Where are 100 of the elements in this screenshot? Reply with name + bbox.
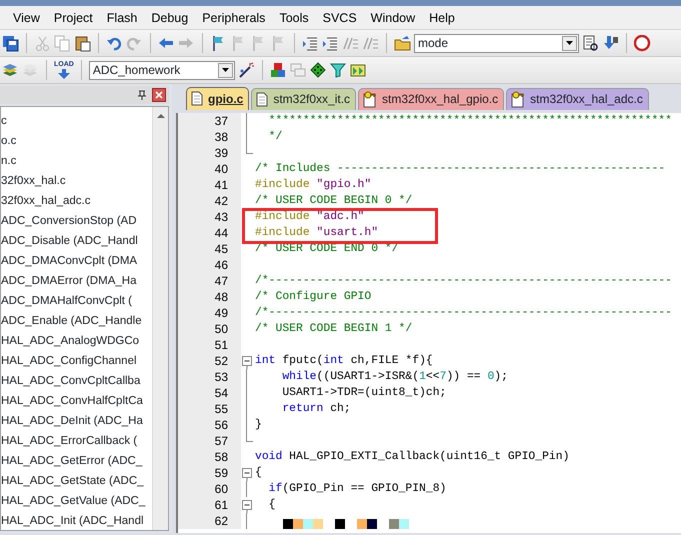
stacked-layers-icon[interactable] [2, 62, 19, 78]
function-item[interactable]: ADC_ConversionStop (AD [1, 211, 152, 231]
function-item[interactable]: ADC_Disable (ADC_Handl [1, 231, 152, 251]
funnel-icon[interactable] [330, 62, 347, 78]
locked-file-icon [363, 90, 378, 108]
dotted-diamond-icon[interactable] [310, 62, 327, 78]
function-item[interactable]: ADC_DMAConvCplt (DMA [1, 251, 152, 271]
scroll-up-icon[interactable] [156, 113, 164, 119]
code-line: /* Configure GPIO [255, 290, 372, 305]
line-number: 38 [178, 128, 241, 145]
colored-blocks-icon[interactable] [270, 62, 287, 78]
file-icon [191, 91, 203, 106]
folder-icon[interactable] [394, 34, 411, 52]
function-item[interactable]: HAL_ADC_ConfigChannel [1, 351, 152, 371]
line-number: 61 [178, 496, 241, 513]
file-tab[interactable]: stm32f0xx_it.c [251, 88, 356, 110]
function-item[interactable]: 32f0xx_hal_adc.c [1, 191, 152, 211]
line-number: 59 [178, 464, 241, 481]
caret-icon [566, 41, 573, 45]
menu-item[interactable]: View [6, 6, 47, 30]
line-number: 62 [178, 512, 241, 529]
line-number: 56 [178, 416, 241, 433]
menu-item[interactable]: Flash [100, 6, 144, 30]
function-item[interactable]: n.c [1, 151, 152, 171]
line-number: 46 [178, 256, 241, 273]
line-number: 37 [178, 112, 241, 129]
menu-item[interactable]: Help [422, 6, 462, 30]
code-line: #include "usart.h" [255, 226, 378, 241]
line-number: 49 [178, 304, 241, 321]
pack-icon[interactable] [350, 62, 367, 78]
line-number: 58 [178, 448, 241, 465]
file-tab[interactable]: gpio.c [186, 86, 250, 110]
function-item[interactable]: HAL_ADC_Init (ADC_Handl [1, 511, 152, 530]
code-line: *********************************************************** [268, 114, 672, 129]
magic-wand-icon[interactable] [238, 62, 255, 78]
menu-item[interactable]: Peripherals [195, 6, 272, 30]
function-item[interactable]: HAL_ADC_AnalogWDGCo [1, 331, 152, 351]
menu-item[interactable]: Project [46, 6, 100, 30]
line-number: 51 [178, 336, 241, 353]
find-in-files-icon[interactable] [582, 34, 599, 52]
function-item[interactable]: HAL_ADC_ConvHalfCpltCa [1, 391, 152, 411]
file-tab[interactable]: stm32f0xx_hal_adc.c [506, 88, 649, 110]
close-icon[interactable] [152, 88, 166, 102]
code-line: #include "gpio.h" [255, 178, 372, 193]
indent-icon[interactable] [302, 34, 319, 52]
code-line: { [255, 466, 262, 481]
menu-item[interactable]: SVCS [316, 6, 364, 30]
debug-icon[interactable] [634, 34, 651, 52]
line-number: 45 [178, 240, 241, 257]
code-line: return ch; [281, 402, 351, 417]
line-number: 42 [178, 192, 241, 209]
line-number: 44 [178, 224, 241, 241]
code-line: void HAL_GPIO_EXTI_Callback(uint16_t GPIO_Pin) [255, 450, 570, 465]
line-number: 60 [178, 480, 241, 497]
menu-item[interactable]: Window [364, 6, 422, 30]
save-all-icon[interactable] [2, 34, 19, 52]
paste-icon[interactable] [74, 34, 91, 52]
function-item[interactable]: c [1, 111, 152, 131]
function-item[interactable]: HAL_ADC_GetError (ADC_ [1, 451, 152, 471]
code-line: /* Includes ------------------------------------------------ [255, 162, 666, 177]
pin-icon[interactable] [138, 90, 146, 100]
caret-icon [222, 68, 229, 72]
dropdown[interactable]: ADC_homework [88, 60, 235, 80]
code-editor[interactable] [176, 112, 681, 533]
code-line: /*----------------------------------------------------------- [255, 306, 672, 321]
menu-item[interactable]: Tools [272, 6, 316, 30]
line-number: 52 [178, 352, 241, 369]
function-item[interactable]: HAL_ADC_ConvCpltCallba [1, 371, 152, 391]
arrow-down-icon [56, 69, 71, 79]
code-line: /*----------------------------------------------------------- [255, 274, 672, 289]
line-number: 48 [178, 288, 241, 305]
scrollbar[interactable] [152, 107, 168, 530]
line-number: 50 [178, 320, 241, 337]
code-line: */ [268, 130, 282, 145]
function-item[interactable]: ADC_Enable (ADC_Handle [1, 311, 152, 331]
code-line: while((USART1->ISR&(1<<7)) == 0); [281, 370, 508, 385]
function-item[interactable]: HAL_ADC_ErrorCallback ( [1, 431, 152, 451]
line-number: 55 [178, 400, 241, 417]
function-item[interactable]: ADC_DMAError (DMA_Ha [1, 271, 152, 291]
file-tab[interactable]: stm32f0xx_hal_gpio.c [358, 88, 504, 110]
function-item[interactable]: ADC_DMAHalfConvCplt ( [1, 291, 152, 311]
code-line: if(GPIO_Pin == GPIO_PIN_8) [268, 482, 446, 497]
line-number: 53 [178, 368, 241, 385]
code-line: #include "adc.h" [255, 210, 364, 225]
arrow-down-icon[interactable] [602, 34, 619, 52]
code-line: } [255, 418, 262, 433]
function-item[interactable]: HAL_ADC_GetValue (ADC_ [1, 491, 152, 511]
function-item[interactable]: HAL_ADC_GetState (ADC_ [1, 471, 152, 491]
indent-icon[interactable] [322, 34, 339, 52]
line-number: 40 [178, 160, 241, 177]
menu-item[interactable]: Debug [144, 6, 196, 30]
function-item[interactable]: o.c [1, 131, 152, 151]
function-item[interactable]: HAL_ADC_DeInit (ADC_Ha [1, 411, 152, 431]
line-number: 41 [178, 176, 241, 193]
dropdown[interactable]: mode [414, 34, 579, 52]
code-line: USART1->TDR=(uint8_t)ch; [281, 386, 446, 401]
function-item[interactable]: 32f0xx_hal.c [1, 171, 152, 191]
code-line: /* USER CODE BEGIN 0 */ [255, 194, 412, 209]
line-number: 47 [178, 272, 241, 289]
code-line: /* USER CODE BEGIN 1 */ [255, 322, 412, 337]
